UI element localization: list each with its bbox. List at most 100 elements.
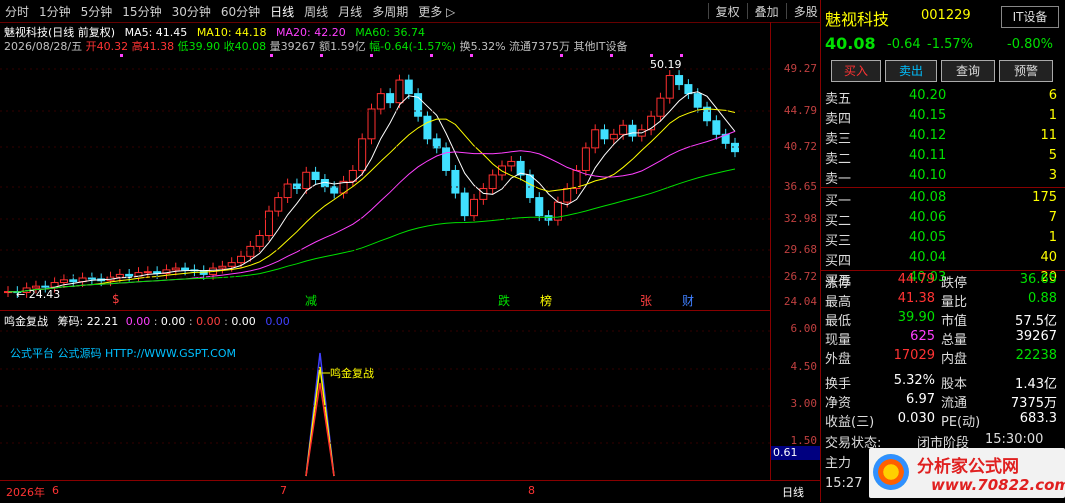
level-label: 卖二 xyxy=(825,152,852,167)
candle-body xyxy=(246,245,255,257)
logo-title: 分析家公式网 xyxy=(917,457,1019,477)
stat-label: 最高 xyxy=(825,295,852,310)
candle-body xyxy=(460,192,469,217)
price-axis-tick: 40.72 xyxy=(783,140,817,153)
indicator-axis-tick: 3.00 xyxy=(790,397,818,410)
stat-label: 涨停 xyxy=(825,276,852,291)
indicator-axis-tick: 6.00 xyxy=(790,322,818,335)
ask-row[interactable]: 卖二 40.11 5 xyxy=(825,148,1061,168)
toolbar-item-6[interactable]: 日线 xyxy=(265,3,299,20)
event-marker[interactable]: 张 xyxy=(640,292,652,309)
signal-dot xyxy=(320,54,323,57)
ask-row[interactable]: 卖三 40.12 11 xyxy=(825,128,1061,148)
stat-label: 量比 xyxy=(941,295,968,310)
stat-value: 57.5亿 xyxy=(1015,314,1057,329)
bid-row[interactable]: 买四 40.04 40 xyxy=(825,250,1061,270)
candle-body xyxy=(619,124,628,135)
stat-label: 总量 xyxy=(941,333,968,348)
toolbar-right-item-0[interactable]: 复权 xyxy=(711,3,745,20)
buy-button[interactable]: 买入 xyxy=(831,60,881,82)
toolbar-item-0[interactable]: 分时 xyxy=(0,3,34,20)
level-volume: 3 xyxy=(1048,168,1057,183)
candle-body xyxy=(87,277,96,280)
kline-chart[interactable]: 魅视科技(日线 前复权) MA5: 41.45 MA10: 44.18 MA20… xyxy=(0,22,770,310)
level-volume: 1 xyxy=(1048,230,1057,245)
level-price: 40.12 xyxy=(909,128,947,143)
stat-label: 外盘 xyxy=(825,352,852,367)
event-marker[interactable]: 减 xyxy=(305,292,317,309)
level-price: 40.20 xyxy=(909,88,947,103)
toolbar-item-5[interactable]: 60分钟 xyxy=(216,3,265,20)
signal-dot xyxy=(610,54,613,57)
indicator-chart[interactable]: 鸣金复战 筹码: 22.21 0.00 : 0.00 : 0.00 : 0.00… xyxy=(0,310,770,481)
candle-body xyxy=(367,108,376,140)
candle-body xyxy=(451,169,460,194)
toolbar-item-10[interactable]: 更多 ▷ xyxy=(413,3,460,20)
period-label[interactable]: 日线 xyxy=(782,484,804,500)
ask-row[interactable]: 卖一 40.10 3 xyxy=(825,168,1061,188)
toolbar-item-9[interactable]: 多周期 xyxy=(367,3,413,20)
event-marker[interactable]: 榜 xyxy=(540,292,552,309)
sell-button[interactable]: 卖出 xyxy=(885,60,937,82)
bid-row[interactable]: 买一 40.08 175 xyxy=(825,190,1061,210)
toolbar-right-item-1[interactable]: 叠加 xyxy=(750,3,784,20)
candle-body xyxy=(115,273,124,278)
stat-value: 5.32% xyxy=(893,373,935,388)
date-axis: 2026年 6 7 8 日线 xyxy=(0,480,820,503)
candle-body xyxy=(311,171,320,180)
candle-body xyxy=(302,171,311,190)
level-price: 40.08 xyxy=(909,190,947,205)
stat-value: 0.88 xyxy=(1028,291,1057,306)
price-axis-tick: 44.79 xyxy=(783,104,817,117)
trade-status-time: 15:30:00 xyxy=(985,432,1044,447)
toolbar-right-item-2[interactable]: 多股 xyxy=(789,3,823,20)
stat-row: 外盘 17029 内盘 22238 xyxy=(825,348,1061,368)
candle-body xyxy=(292,183,301,190)
candle-body xyxy=(712,120,721,135)
stat-label: 净资 xyxy=(825,396,852,411)
bid-row[interactable]: 买二 40.06 7 xyxy=(825,210,1061,230)
candle-body xyxy=(274,197,283,212)
date-month-6: 6 xyxy=(52,484,59,497)
sector-button[interactable]: IT设备 xyxy=(1001,6,1059,28)
price-axis-tick: 26.72 xyxy=(783,270,817,283)
event-marker[interactable]: $ xyxy=(112,292,120,306)
indicator-canvas[interactable] xyxy=(0,311,770,481)
stat-label: 现量 xyxy=(825,333,852,348)
stat-label: 股本 xyxy=(941,377,968,392)
price-change: -0.64 xyxy=(887,37,921,52)
query-button[interactable]: 查询 xyxy=(941,60,995,82)
candle-body xyxy=(581,147,590,171)
level-volume: 6 xyxy=(1048,88,1057,103)
stat-value: 44.79 xyxy=(897,272,935,287)
event-marker[interactable]: 财 xyxy=(682,292,694,309)
toolbar-item-3[interactable]: 15分钟 xyxy=(117,3,166,20)
event-marker[interactable]: 跌 xyxy=(498,292,510,309)
date-month-8: 8 xyxy=(528,484,535,497)
bid-row[interactable]: 买三 40.05 1 xyxy=(825,230,1061,250)
ask-row[interactable]: 卖四 40.15 1 xyxy=(825,108,1061,128)
ask-row[interactable]: 卖五 40.20 6 xyxy=(825,88,1061,108)
high-price-label: 50.19 xyxy=(650,58,682,71)
toolbar-item-4[interactable]: 30分钟 xyxy=(167,3,216,20)
date-year: 2026年 xyxy=(6,486,45,499)
toolbar-divider xyxy=(707,3,709,19)
toolbar-item-8[interactable]: 月线 xyxy=(333,3,367,20)
stat-label: 收益(三) xyxy=(825,415,875,430)
logo-url: www.70822.com xyxy=(931,476,1065,494)
signal-label: 鸣金复战 xyxy=(330,367,374,380)
toolbar-item-7[interactable]: 周线 xyxy=(299,3,333,20)
level-volume: 40 xyxy=(1040,250,1057,265)
level-price: 40.10 xyxy=(909,168,947,183)
stat-row: 最高 41.38 量比 0.88 xyxy=(825,291,1061,311)
toolbar-item-2[interactable]: 5分钟 xyxy=(76,3,118,20)
candle-body xyxy=(125,273,134,277)
candle-body xyxy=(395,79,404,104)
toolbar-item-1[interactable]: 1分钟 xyxy=(34,3,76,20)
stock-code: 001229 xyxy=(921,8,971,23)
ma20-line xyxy=(7,130,736,293)
candle-body xyxy=(609,133,618,140)
alert-button[interactable]: 预警 xyxy=(999,60,1053,82)
level-volume: 1 xyxy=(1048,108,1057,123)
candle-body xyxy=(227,262,236,267)
